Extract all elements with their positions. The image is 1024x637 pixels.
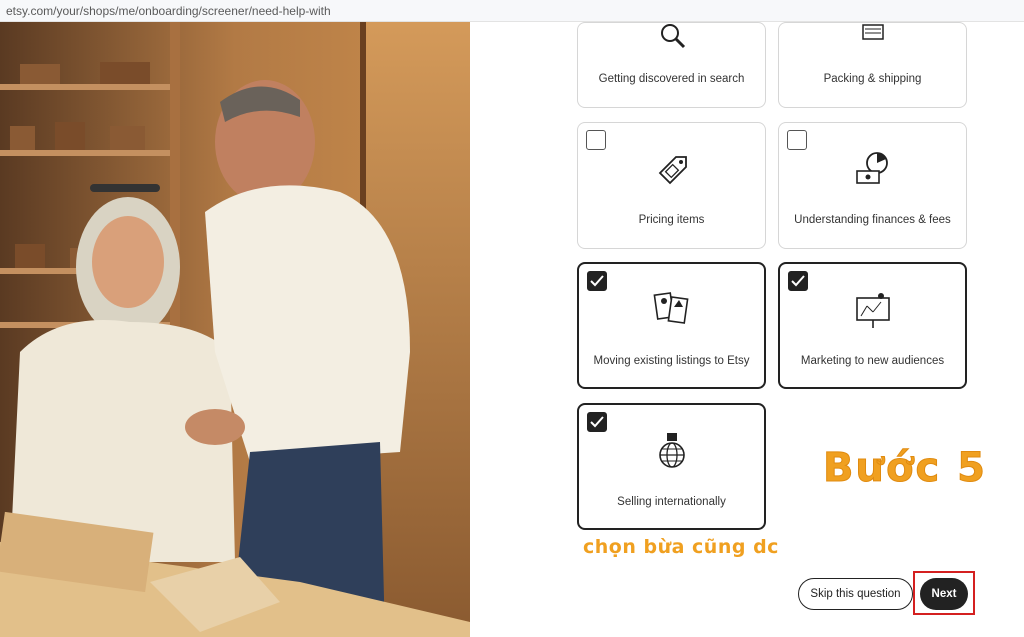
hero-photo bbox=[0, 22, 470, 637]
option-getting-discovered[interactable]: Getting discovered in search bbox=[577, 22, 766, 108]
option-label: Packing & shipping bbox=[823, 73, 922, 85]
listings-icon bbox=[653, 292, 688, 324]
option-label: Understanding finances & fees bbox=[794, 214, 951, 226]
option-label: Pricing items bbox=[638, 214, 705, 226]
option-packing-shipping[interactable]: Packing & shipping bbox=[778, 22, 967, 108]
magnifier-icon bbox=[660, 24, 685, 49]
option-understanding-finances[interactable]: Understanding finances & fees bbox=[778, 122, 967, 249]
option-pricing-items[interactable]: Pricing items bbox=[577, 122, 766, 249]
package-icon bbox=[861, 24, 884, 40]
step-annotation: Bước 5 bbox=[823, 445, 987, 492]
option-label: Moving existing listings to Etsy bbox=[593, 355, 750, 367]
checkbox-checked[interactable] bbox=[587, 412, 607, 432]
skip-question-button[interactable]: Skip this question bbox=[798, 578, 913, 610]
marketing-board-icon bbox=[855, 293, 890, 328]
price-tag-icon bbox=[658, 156, 687, 185]
checkbox[interactable] bbox=[787, 130, 807, 150]
note-annotation: chọn bừa cũng dc bbox=[583, 536, 779, 558]
finance-chart-icon bbox=[855, 152, 888, 184]
checkbox-checked[interactable] bbox=[788, 271, 808, 291]
option-label: Getting discovered in search bbox=[598, 73, 745, 85]
option-label: Marketing to new audiences bbox=[800, 355, 945, 367]
next-highlight-box bbox=[913, 571, 975, 615]
option-marketing-audiences[interactable]: Marketing to new audiences bbox=[778, 262, 967, 389]
globe-icon bbox=[658, 433, 685, 468]
checkbox[interactable] bbox=[586, 130, 606, 150]
option-moving-listings[interactable]: Moving existing listings to Etsy bbox=[577, 262, 766, 389]
option-label: Selling internationally bbox=[617, 496, 726, 508]
option-selling-internationally[interactable]: Selling internationally bbox=[577, 403, 766, 530]
url-text: etsy.com/your/shops/me/onboarding/screen… bbox=[6, 4, 331, 18]
checkbox-checked[interactable] bbox=[587, 271, 607, 291]
